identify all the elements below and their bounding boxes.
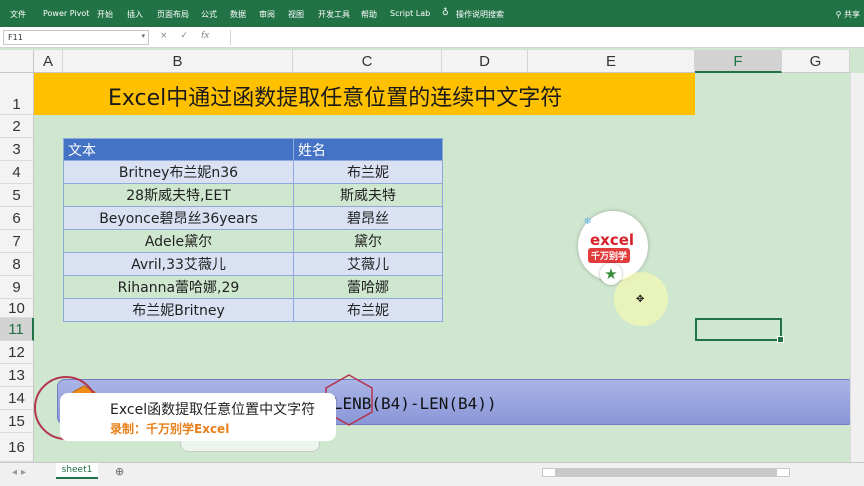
formula-input[interactable] [230, 30, 860, 45]
formula-bar: F11 ▾ × ✓ fx [0, 27, 864, 48]
table-row: Rihanna蕾哈娜,29 蕾哈娜 [63, 275, 443, 299]
cell-name[interactable]: 布兰妮 [293, 298, 443, 322]
table-row: 布兰妮Britney 布兰妮 [63, 298, 443, 322]
column-header-e[interactable]: E [528, 50, 695, 73]
header-cell-text[interactable]: 文本 [63, 138, 294, 161]
sparkle-icon: ✻ [584, 217, 592, 227]
tab-developer[interactable]: 开发工具 [318, 9, 350, 20]
cell-name[interactable]: 艾薇儿 [293, 252, 443, 276]
ribbon-tab-bar: 文件 Power Pivot 开始 插入 页面布局 公式 数据 审阅 视图 开发… [0, 0, 864, 27]
table-row: Britney布兰妮n36 布兰妮 [63, 160, 443, 184]
name-box[interactable]: F11 ▾ [3, 30, 149, 45]
insert-function-icon[interactable]: fx [201, 31, 210, 41]
tab-data[interactable]: 数据 [230, 9, 246, 20]
row-header-4[interactable]: 4 [0, 161, 34, 184]
table-header-row: 文本 姓名 [63, 138, 443, 161]
row-header-13[interactable]: 13 [0, 364, 34, 387]
horizontal-scroll-thumb[interactable] [555, 469, 777, 476]
tab-help[interactable]: 帮助 [361, 9, 377, 20]
column-header-b[interactable]: B [63, 50, 293, 73]
excel-watermark-logo: ✻ excel 千万别学 ★ [578, 211, 648, 285]
sheet-title: Excel中通过函数提取任意位置的连续中文字符 [108, 86, 563, 111]
row-header-14[interactable]: 14 [0, 387, 34, 410]
row-header-11[interactable]: 11 [0, 318, 34, 341]
data-table: 文本 姓名 Britney布兰妮n36 布兰妮 28斯威夫特,EET 斯威夫特 … [63, 138, 443, 322]
row-header-8[interactable]: 8 [0, 253, 34, 276]
cell-name[interactable]: 黛尔 [293, 229, 443, 253]
cell-name[interactable]: 布兰妮 [293, 160, 443, 184]
table-row: Adele黛尔 黛尔 [63, 229, 443, 253]
row-header-15[interactable]: 15 [0, 410, 34, 433]
select-all-corner[interactable] [0, 50, 34, 73]
sheet-tab-bar: ◂▸ sheet1 ⊕ [0, 462, 864, 486]
row-header-16[interactable]: 16 [0, 433, 34, 462]
table-row: Avril,33艾薇儿 艾薇儿 [63, 252, 443, 276]
cell-text[interactable]: 28斯威夫特,EET [63, 183, 294, 207]
crosshair-cursor-icon: ✥ [636, 294, 645, 305]
cell-name[interactable]: 碧昂丝 [293, 206, 443, 230]
column-header-c[interactable]: C [293, 50, 442, 73]
row-header-12[interactable]: 12 [0, 341, 34, 364]
tab-script-lab[interactable]: Script Lab [390, 9, 430, 18]
selected-cell-f11[interactable] [695, 318, 784, 343]
column-header-g[interactable]: G [782, 50, 850, 73]
cell-text[interactable]: Avril,33艾薇儿 [63, 252, 294, 276]
cell-name[interactable]: 蕾哈娜 [293, 275, 443, 299]
table-row: 28斯威夫特,EET 斯威夫特 [63, 183, 443, 207]
cell-text[interactable]: Britney布兰妮n36 [63, 160, 294, 184]
lightbulb-icon: ♁ [442, 8, 449, 18]
vertical-scrollbar[interactable] [850, 73, 864, 462]
column-header-d[interactable]: D [442, 50, 528, 73]
chevron-down-icon[interactable]: ▾ [141, 32, 145, 40]
cell-text[interactable]: Beyonce碧昂丝36years [63, 206, 294, 230]
row-header-10[interactable]: 10 [0, 299, 34, 318]
row-header-2[interactable]: 2 [0, 115, 34, 138]
caption-subtitle: 录制：千万别学Excel [110, 422, 230, 436]
cell-text[interactable]: Adele黛尔 [63, 229, 294, 253]
logo-main-text: excel [590, 231, 635, 249]
column-header-a[interactable]: A [34, 50, 63, 73]
row-header-6[interactable]: 6 [0, 207, 34, 230]
row-header-1[interactable]: 1 [0, 73, 34, 115]
tab-insert[interactable]: 插入 [127, 9, 143, 20]
cancel-icon[interactable]: × [160, 31, 168, 41]
tab-home[interactable]: 开始 [97, 9, 113, 20]
formula-tools: × ✓ fx [160, 31, 219, 41]
row-header-9[interactable]: 9 [0, 276, 34, 299]
tab-review[interactable]: 审阅 [259, 9, 275, 20]
column-header-f[interactable]: F [695, 50, 782, 73]
row-header-7[interactable]: 7 [0, 230, 34, 253]
sheet-tab-sheet1[interactable]: sheet1 [56, 463, 98, 479]
table-row: Beyonce碧昂丝36years 碧昂丝 [63, 206, 443, 230]
person-icon: ⚲ [835, 10, 842, 19]
tab-file[interactable]: 文件 [10, 9, 26, 20]
logo-sub-text: 千万别学 [588, 248, 631, 263]
tab-page-layout[interactable]: 页面布局 [157, 9, 189, 20]
add-sheet-icon[interactable]: ⊕ [115, 465, 124, 478]
cell-text[interactable]: 布兰妮Britney [63, 298, 294, 322]
cell-name[interactable]: 斯威夫特 [293, 183, 443, 207]
header-cell-name[interactable]: 姓名 [293, 138, 443, 161]
tab-formulas[interactable]: 公式 [201, 9, 217, 20]
enter-icon[interactable]: ✓ [180, 31, 188, 41]
cell-text[interactable]: Rihanna蕾哈娜,29 [63, 275, 294, 299]
name-box-value: F11 [8, 33, 23, 42]
row-header-3[interactable]: 3 [0, 138, 34, 161]
sheet-nav-arrows[interactable]: ◂▸ [12, 467, 30, 478]
tab-power-pivot[interactable]: Power Pivot [43, 9, 89, 18]
tab-view[interactable]: 视图 [288, 9, 304, 20]
caption-title: Excel函数提取任意位置中文字符 [110, 402, 316, 418]
tell-me-search[interactable]: 操作说明搜索 [456, 9, 504, 20]
row-header-5[interactable]: 5 [0, 184, 34, 207]
share-button[interactable]: ⚲ 共享 [836, 9, 860, 20]
